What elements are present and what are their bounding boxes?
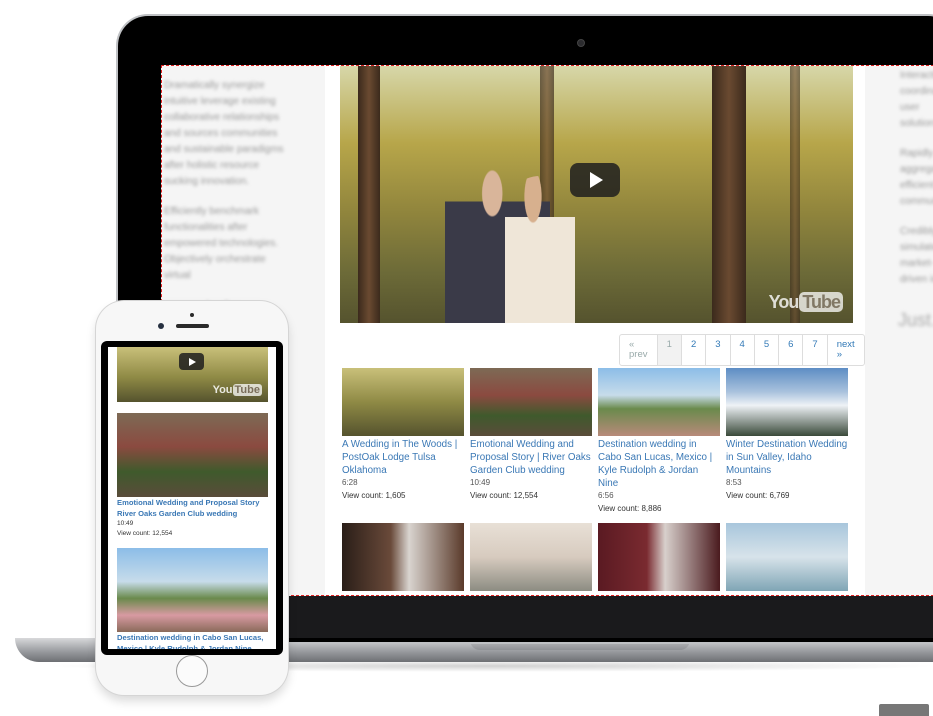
video-thumbnail[interactable] — [598, 523, 720, 591]
view-count: View count: 8,886 — [598, 504, 662, 513]
video-card[interactable]: Emotional Wedding and Proposal Story | R… — [470, 368, 592, 502]
pagination-page[interactable]: 6 — [778, 335, 802, 365]
phone-mockup: You Tube Emotional Wedding and Proposal S… — [96, 301, 288, 695]
video-title[interactable]: Destination wedding in Cabo San Lucas, M… — [117, 632, 268, 649]
video-thumbnail[interactable] — [470, 523, 592, 591]
blurred-paragraph: Interactively coordinate user solutions — [900, 70, 933, 129]
pagination-page[interactable]: 1 — [656, 335, 681, 365]
video-card[interactable]: Winter Destination Wedding in Sun Valley… — [726, 368, 848, 502]
home-button[interactable] — [176, 655, 208, 687]
video-card[interactable] — [470, 523, 592, 591]
video-title[interactable]: Winter Destination Wedding in Sun Valley… — [726, 438, 848, 477]
video-scene-tree — [358, 66, 380, 323]
video-card[interactable]: A Wedding in The Woods | PostOak Lodge T… — [342, 368, 464, 502]
video-thumbnail[interactable] — [726, 368, 848, 436]
phone-video-card[interactable]: Destination wedding in Cabo San Lucas, M… — [117, 548, 268, 649]
phone-camera-icon — [158, 323, 164, 329]
phone-screen: You Tube Emotional Wedding and Proposal S… — [101, 341, 283, 655]
video-gallery: You Tube « prev 1 2 3 4 5 6 7 next » A We… — [325, 66, 865, 595]
play-icon — [590, 172, 603, 188]
blurred-paragraph: Dramatically synergize intuitive leverag… — [164, 80, 284, 187]
video-thumbnail[interactable] — [726, 523, 848, 591]
video-card[interactable] — [598, 523, 720, 591]
video-thumbnail[interactable] — [342, 523, 464, 591]
video-duration: 10:49 — [117, 520, 134, 527]
pagination-page[interactable]: 7 — [802, 335, 826, 365]
blurred-heading: Just... — [898, 310, 933, 330]
video-card[interactable] — [342, 523, 464, 591]
pagination: « prev 1 2 3 4 5 6 7 next » — [619, 334, 865, 366]
video-title[interactable]: Emotional Wedding and Proposal Story | R… — [470, 438, 592, 477]
video-duration: 10:49 — [470, 478, 491, 487]
blurred-paragraph: Credibly simulate market-driven ideas — [900, 226, 933, 285]
video-card[interactable] — [726, 523, 848, 591]
phone-video-thumbnail[interactable] — [117, 413, 268, 497]
pagination-page[interactable]: 2 — [680, 335, 705, 365]
video-duration: 6:28 — [342, 478, 358, 487]
video-scene-tree — [790, 66, 800, 323]
video-scene-bride — [505, 176, 575, 323]
video-duration: 8:53 — [726, 478, 742, 487]
phone-video-list: You Tube Emotional Wedding and Proposal S… — [108, 347, 276, 649]
youtube-logo[interactable]: You Tube — [769, 292, 843, 313]
phone-video-thumbnail[interactable] — [117, 548, 268, 632]
right-blurred-text: Interactively coordinate user solutions … — [900, 68, 933, 302]
video-title[interactable]: Emotional Wedding and Proposal Story Riv… — [117, 497, 268, 519]
pagination-next[interactable]: next » — [826, 335, 864, 365]
view-count: View count: 12,554 — [470, 491, 538, 500]
scroll-to-top-button[interactable] — [879, 704, 929, 716]
pagination-page[interactable]: 3 — [705, 335, 729, 365]
pagination-page[interactable]: 5 — [753, 335, 778, 365]
play-button[interactable] — [570, 163, 620, 197]
play-button[interactable] — [179, 353, 204, 370]
main-video-player[interactable]: You Tube — [340, 66, 853, 323]
video-title[interactable]: Destination wedding in Cabo San Lucas, M… — [598, 438, 720, 490]
video-thumbnail[interactable] — [342, 368, 464, 436]
pagination-prev[interactable]: « prev — [620, 335, 657, 365]
video-title[interactable]: A Wedding in The Woods | PostOak Lodge T… — [342, 438, 464, 477]
phone-video-card[interactable]: You Tube — [117, 347, 268, 402]
pagination-page[interactable]: 4 — [729, 335, 754, 365]
phone-speaker — [176, 324, 209, 328]
play-icon — [189, 357, 196, 366]
view-count: View count: 12,554 — [117, 530, 173, 537]
blurred-paragraph: Efficiently benchmark functionalities af… — [164, 206, 278, 281]
phone-video-thumbnail[interactable]: You Tube — [117, 347, 268, 402]
blurred-paragraph: Rapidly aggregate efficient communities — [900, 148, 933, 207]
video-duration: 6:56 — [598, 491, 614, 500]
phone-video-card[interactable]: Emotional Wedding and Proposal Story Riv… — [117, 413, 268, 539]
video-thumbnail[interactable] — [598, 368, 720, 436]
video-card[interactable]: Destination wedding in Cabo San Lucas, M… — [598, 368, 720, 515]
view-count: View count: 1,605 — [342, 491, 406, 500]
view-count: View count: 6,769 — [726, 491, 790, 500]
webcam-icon — [577, 39, 585, 47]
video-scene-tree — [712, 66, 746, 323]
youtube-logo: You Tube — [212, 384, 262, 396]
video-thumbnail[interactable] — [470, 368, 592, 436]
phone-sensor — [190, 313, 194, 317]
